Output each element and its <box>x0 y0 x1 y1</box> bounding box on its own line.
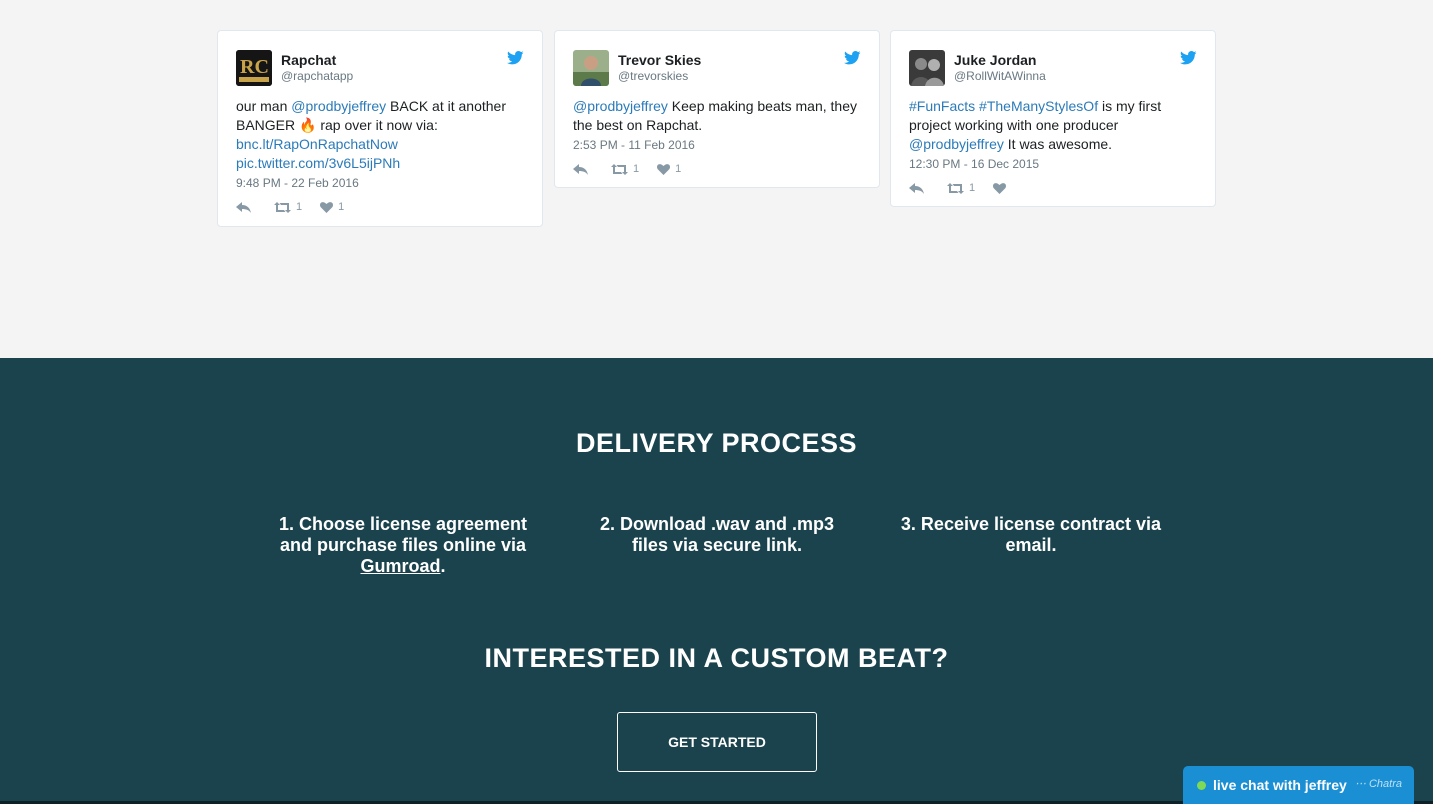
avatar[interactable] <box>909 50 945 86</box>
twitter-bird-icon[interactable] <box>507 51 524 65</box>
tweet-header: RC Rapchat @rapchatapp <box>236 49 524 87</box>
tweet-actions: 1 1 <box>573 163 861 175</box>
tweet-header: Juke Jordan @RollWitAWinna <box>909 49 1197 87</box>
url-link[interactable]: bnc.lt/RapOnRapchatNow <box>236 136 398 152</box>
heart-icon <box>320 201 334 213</box>
reply-icon <box>573 163 588 175</box>
tweet-actions: 1 1 <box>236 201 524 213</box>
tweet-text: our man @prodbyjeffrey BACK at it anothe… <box>236 98 506 171</box>
hashtag-link[interactable]: #FunFacts <box>909 98 975 114</box>
fire-emoji: 🔥 <box>299 117 317 133</box>
step-3: 3. Receive license contract via email. <box>900 514 1162 555</box>
display-name[interactable]: Juke Jordan <box>954 52 1046 69</box>
retweet-icon <box>947 182 964 194</box>
reply-icon <box>236 201 251 213</box>
twitter-bird-icon[interactable] <box>1180 51 1197 65</box>
like-count: 1 <box>675 163 682 175</box>
twitter-bird-icon[interactable] <box>844 51 861 65</box>
reply-button[interactable] <box>909 182 929 194</box>
like-button[interactable] <box>993 182 1011 194</box>
heart-icon <box>993 182 1007 194</box>
retweet-button[interactable]: 1 <box>611 163 639 175</box>
handle[interactable]: @rapchatapp <box>281 69 353 84</box>
mention-link[interactable]: @prodbyjeffrey <box>291 98 386 114</box>
tweet-card[interactable]: Juke Jordan @RollWitAWinna #FunFacts #Th… <box>890 30 1216 207</box>
pic-link[interactable]: pic.twitter.com/3v6L5ijPNh <box>236 155 400 171</box>
svg-text:RC: RC <box>240 56 269 78</box>
avatar[interactable] <box>573 50 609 86</box>
step-1: 1. Choose license agreement and purchase… <box>278 514 528 576</box>
display-name[interactable]: Trevor Skies <box>618 52 701 69</box>
live-chat-widget[interactable]: live chat with jeffrey ⋯ Chatra <box>1183 766 1414 804</box>
tweet-card[interactable]: RC Rapchat @rapchatapp our man @prodbyje… <box>217 30 543 227</box>
heart-icon <box>657 163 671 175</box>
reply-icon <box>909 182 924 194</box>
retweet-button[interactable]: 1 <box>947 182 975 194</box>
retweet-count: 1 <box>633 163 640 175</box>
hashtag-link[interactable]: #TheManyStylesOf <box>979 98 1098 114</box>
retweet-count: 1 <box>969 182 976 194</box>
chatra-brand: ⋯ Chatra <box>1354 778 1402 790</box>
handle[interactable]: @trevorskies <box>618 69 701 84</box>
mention-link[interactable]: @prodbyjeffrey <box>573 98 668 114</box>
custom-beat-title: INTERESTED IN A CUSTOM BEAT? <box>484 643 949 673</box>
retweet-button[interactable]: 1 <box>274 201 302 213</box>
online-status-dot <box>1197 780 1206 790</box>
reply-button[interactable] <box>236 201 256 213</box>
delivery-title: DELIVERY PROCESS <box>575 428 858 458</box>
tweet-card[interactable]: Trevor Skies @trevorskies @prodbyjeffrey… <box>554 30 880 188</box>
tweet-text: @prodbyjeffrey Keep making beats man, th… <box>573 98 857 133</box>
timestamp[interactable]: 2:53 PM - 11 Feb 2016 <box>573 137 861 153</box>
timestamp[interactable]: 12:30 PM - 16 Dec 2015 <box>909 156 1197 172</box>
retweet-icon <box>611 163 628 175</box>
delivery-section: DELIVERY PROCESS 1. Choose license agree… <box>0 358 1433 801</box>
like-count: 1 <box>338 201 345 213</box>
tweet-text: #FunFacts #TheManyStylesOf is my first p… <box>909 98 1162 152</box>
tweet-header: Trevor Skies @trevorskies <box>573 49 861 87</box>
tweet-actions: 1 <box>909 182 1197 194</box>
avatar[interactable]: RC <box>236 50 272 86</box>
retweet-icon <box>274 201 291 213</box>
like-button[interactable]: 1 <box>320 201 344 213</box>
get-started-button[interactable]: GET STARTED <box>617 712 817 772</box>
retweet-count: 1 <box>296 201 303 213</box>
handle[interactable]: @RollWitAWinna <box>954 69 1046 84</box>
step-2: 2. Download .wav and .mp3 files via secu… <box>599 514 835 555</box>
reply-button[interactable] <box>573 163 593 175</box>
display-name[interactable]: Rapchat <box>281 52 353 69</box>
timestamp[interactable]: 9:48 PM - 22 Feb 2016 <box>236 175 524 191</box>
mention-link[interactable]: @prodbyjeffrey <box>909 136 1004 152</box>
gumroad-link[interactable]: Gumroad <box>360 556 440 576</box>
like-button[interactable]: 1 <box>657 163 681 175</box>
tweets-section: RC Rapchat @rapchatapp our man @prodbyje… <box>0 0 1433 358</box>
chat-label[interactable]: live chat with jeffrey <box>1213 777 1347 793</box>
